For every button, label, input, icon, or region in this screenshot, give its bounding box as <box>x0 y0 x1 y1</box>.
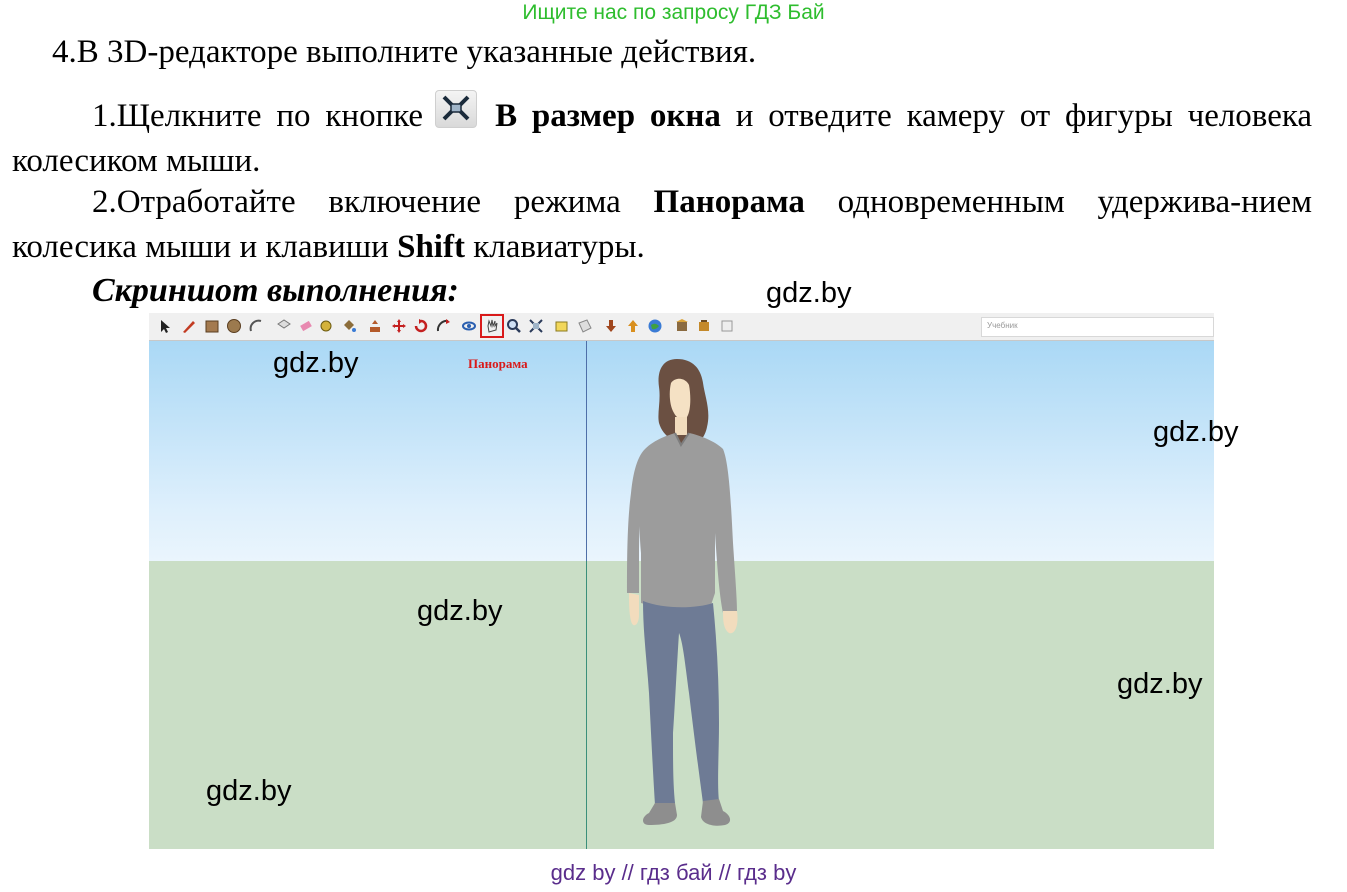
watermark: gdz.by <box>1153 416 1239 448</box>
screenshot-title: Скриншот выполнения: <box>92 272 459 309</box>
person-figure <box>627 359 738 826</box>
zoom-extents-icon <box>435 90 478 128</box>
watermark: gdz.by <box>417 595 503 627</box>
share-model-icon[interactable] <box>625 318 641 334</box>
push-pull-icon[interactable] <box>367 318 383 334</box>
zoom-icon[interactable] <box>506 318 522 334</box>
styles-icon[interactable] <box>554 318 570 334</box>
make-component-icon[interactable] <box>276 318 292 334</box>
watermark: gdz.by <box>206 775 292 807</box>
rectangle-icon[interactable] <box>204 318 220 334</box>
step2-bold-2: Shift <box>397 229 465 265</box>
task-step-1: 1.Щелкните по кнопке В размер окна и отве… <box>12 90 1312 184</box>
step2-bold-1: Панорама <box>653 184 805 220</box>
rotate-icon[interactable] <box>413 318 429 334</box>
panorama-label: Панорама <box>468 356 528 371</box>
footer-watermark: gdz by // гдз бай // гдз by <box>550 860 797 885</box>
step1-bold: В размер окна <box>495 98 721 134</box>
task-step-2: 2.Отработайте включение режима Панорама … <box>12 180 1312 270</box>
send-to-layout-icon[interactable] <box>719 318 735 334</box>
editor-screenshot: Учебник Панорама <box>149 313 1214 849</box>
watermark: gdz.by <box>766 277 852 309</box>
extension-warehouse-icon[interactable] <box>674 318 690 334</box>
section-plane-icon[interactable] <box>577 318 593 334</box>
watermark: gdz.by <box>273 347 359 379</box>
select-arrow-icon[interactable] <box>157 318 173 334</box>
paint-bucket-icon[interactable] <box>341 318 357 334</box>
geo-location-icon[interactable] <box>647 318 663 334</box>
tape-measure-icon[interactable] <box>319 318 335 334</box>
step2-text-c: клавиатуры. <box>473 229 645 265</box>
pencil-icon[interactable] <box>181 318 197 334</box>
offset-icon[interactable] <box>435 318 451 334</box>
circle-icon[interactable] <box>226 318 242 334</box>
eraser-icon[interactable] <box>298 318 314 334</box>
top-banner: Ищите нас по запросу ГДЗ Бай <box>522 1 825 24</box>
watermark: gdz.by <box>1117 668 1203 700</box>
search-input[interactable]: Учебник <box>981 317 1214 337</box>
pan-tool-highlight <box>480 314 504 338</box>
orbit-icon[interactable] <box>461 318 477 334</box>
editor-toolbar: Учебник <box>149 313 1214 341</box>
get-models-icon[interactable] <box>603 318 619 334</box>
arc-icon[interactable] <box>248 318 264 334</box>
task-title: 4.В 3D-редакторе выполните указанные дей… <box>52 34 757 70</box>
green-axis-line <box>586 561 587 849</box>
move-icon[interactable] <box>391 318 407 334</box>
extension-manager-icon[interactable] <box>696 318 712 334</box>
step2-text-a: 2.Отработайте включение режима <box>92 184 621 220</box>
step1-text-a: 1.Щелкните по кнопке <box>92 98 424 134</box>
zoom-extents-toolbar-icon[interactable] <box>528 318 544 334</box>
